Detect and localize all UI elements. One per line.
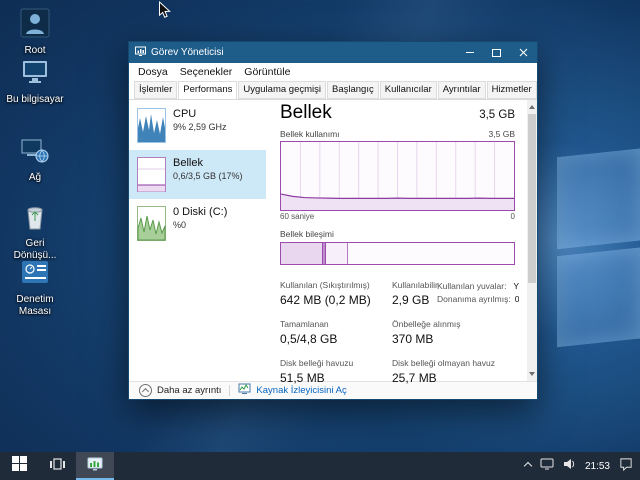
task-view-button[interactable] [38,452,76,480]
tab-baslangic[interactable]: Başlangıç [327,81,379,99]
stat-disk-bellegi-havuzu: Disk belleği havuzu 51,5 MB [280,358,354,385]
task-manager-window: Görev Yöneticisi Dosya Seçenekler Görünt… [128,41,538,400]
memory-composition-segment-in-use [281,243,323,264]
menu-item-secenekler[interactable]: Seçenekler [174,64,239,80]
taskbar-clock[interactable]: 21:53 [585,461,610,472]
memory-composition-segment-standby [325,243,348,264]
menu-item-dosya[interactable]: Dosya [132,64,174,80]
memory-total: 3,5 GB [479,109,515,121]
taskbar-task-manager-button[interactable] [76,452,114,480]
sidebar-item-name: CPU [173,108,197,120]
memory-composition-segment-free [348,243,514,264]
stat-donanima-ayrilmis: Donanıma ayrılmış: 0. [437,294,519,304]
sidebar-item-name: Bellek [173,157,203,169]
task-view-icon [49,456,66,477]
taskbar: 21:53 [0,452,640,480]
windows-wallpaper-logo [557,139,640,348]
memory-stats: Kullanılan (Sıkıştırılmış) 642 MB (0,2 M… [280,280,519,385]
usage-chart-time-label: 60 saniye [280,212,315,221]
chevron-circle-icon [139,384,152,397]
desktop-icon-label: Root [24,45,46,56]
close-button[interactable] [510,42,537,63]
user-avatar-icon [20,8,50,43]
memory-composition-bar [280,242,515,265]
scrollbar-thumb[interactable] [528,114,536,283]
menu-item-goruntule[interactable]: Görüntüle [238,64,296,80]
tab-performans[interactable]: Performans [178,81,238,99]
usage-chart-zero-label: 0 [510,212,515,221]
desktop-icon-label: Denetim Masası [16,294,54,317]
memory-hardware-stats: Kullanılan yuvalar: Y Donanıma ayrılmış:… [437,281,519,307]
chevron-up-icon [523,461,533,471]
disk-mini-chart [137,206,166,241]
memory-usage-chart [280,141,515,211]
task-manager-app-icon [135,44,146,62]
windows-logo-icon [11,456,27,476]
computer-icon [20,57,50,92]
memory-mini-chart [137,157,166,192]
network-icon [20,135,50,170]
task-manager-taskbar-icon [87,456,103,477]
menu-bar: Dosya Seçenekler Görüntüle [129,63,537,81]
memory-panel: Bellek 3,5 GB Bellek kullanımı 3,5 GB 60… [266,100,527,385]
resource-monitor-icon [238,382,251,400]
scrollbar-down-arrow[interactable] [529,372,535,376]
recycle-bin-icon [20,201,50,236]
window-title: Görev Yöneticisi [151,47,224,58]
tab-hizmetler[interactable]: Hizmetler [486,81,537,99]
start-button[interactable] [0,452,38,480]
cpu-mini-chart [137,108,166,143]
sidebar-item-detail: 0,6/3,5 GB (17%) [173,171,243,181]
desktop-icon-label: Ağ [28,172,42,183]
stat-tamamlanan: Tamamlanan 0,5/4,8 GB [280,319,338,346]
minimize-button[interactable] [456,42,483,63]
desktop-icon-network[interactable]: Ağ [3,135,67,184]
footer-separator [229,385,231,396]
control-panel-icon [20,257,50,292]
sidebar-item-disk-0[interactable]: 0 Diski (C:) %0 [129,199,266,248]
desktop: Root Bu bilgisayar Ağ Geri Dönüşü... Den… [0,0,640,480]
fewer-details-button[interactable]: Daha az ayrıntı [139,384,221,397]
sidebar-item-cpu[interactable]: CPU 9% 2,59 GHz [129,101,266,150]
tray-display-icon[interactable] [540,457,554,475]
sidebar-item-memory[interactable]: Bellek 0,6/3,5 GB (17%) [129,150,266,199]
desktop-icon-label: Bu bilgisayar [6,94,64,105]
action-center-icon[interactable] [619,457,633,476]
titlebar[interactable]: Görev Yöneticisi [129,42,537,63]
mouse-cursor [158,0,171,25]
performance-sidebar: CPU 9% 2,59 GHz Bellek 0,6/3,5 GB (17%) [129,100,266,381]
sidebar-item-detail: %0 [173,220,187,230]
desktop-icon-control-panel[interactable]: Denetim Masası [3,257,67,317]
desktop-icon-recycle-bin[interactable]: Geri Dönüşü... [3,201,67,261]
stat-onbellege-alinmis: Önbelleğe alınmış 370 MB [392,319,461,346]
usage-chart-label: Bellek kullanımı [280,129,340,139]
usage-chart-max: 3,5 GB [488,129,515,139]
tray-volume-icon[interactable] [563,457,576,475]
panel-title: Bellek [280,102,332,123]
composition-label: Bellek bileşimi [280,229,334,239]
maximize-button[interactable] [483,42,510,63]
scrollbar-up-arrow[interactable] [529,105,535,109]
tab-uygulama-gecmisi[interactable]: Uygulama geçmişi [238,81,326,99]
desktop-icon-this-pc[interactable]: Bu bilgisayar [3,57,67,106]
tab-ayrintilar[interactable]: Ayrıntılar [437,81,486,99]
sidebar-item-detail: 9% 2,59 GHz [173,122,227,132]
tab-strip: İşlemler Performans Uygulama geçmişi Baş… [129,81,537,100]
stat-disk-bellegi-olmayan-havuz: Disk belleği olmayan havuz 25,7 MB [392,358,495,385]
desktop-icon-root[interactable]: Root [3,8,67,57]
stat-kullanilan: Kullanılan (Sıkıştırılmış) 642 MB (0,2 M… [280,280,371,307]
tray-show-hidden-icons-button[interactable] [523,461,533,471]
tab-kullanicilar[interactable]: Kullanıcılar [379,81,437,99]
tab-islemler[interactable]: İşlemler [134,81,178,99]
stat-kullanilan-yuvalar: Kullanılan yuvalar: Y [437,281,519,291]
scrollbar[interactable] [527,100,537,381]
sidebar-item-name: 0 Diski (C:) [173,206,228,218]
